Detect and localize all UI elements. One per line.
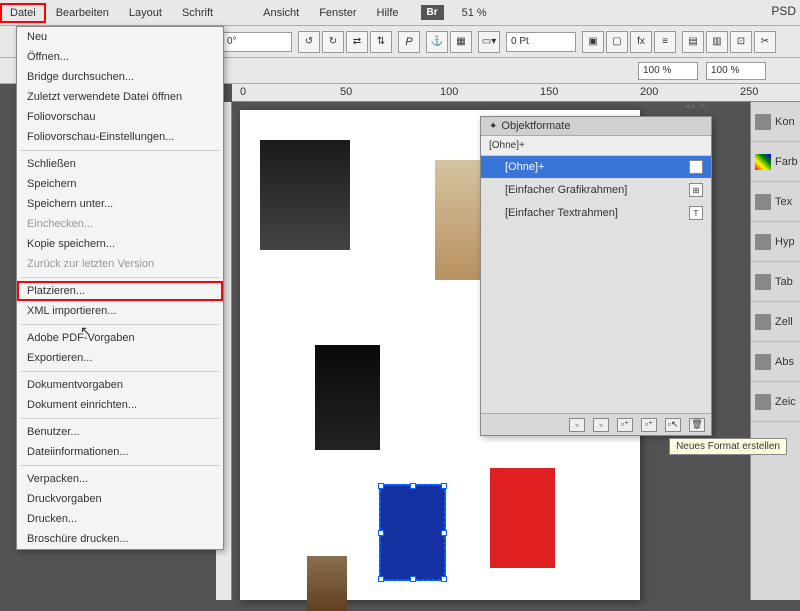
panel-tab-text[interactable]: Tex: [751, 182, 800, 222]
style-row-ohne[interactable]: [Ohne]+⊘: [481, 156, 711, 179]
rotate-ccw-icon[interactable]: ↺: [298, 31, 320, 53]
file-menu-item-18[interactable]: Exportieren...: [17, 348, 223, 368]
graphic-frame-icon: ⊞: [689, 183, 703, 197]
new-style-icon[interactable]: ▫↖: [665, 418, 681, 432]
file-menu-item-21[interactable]: Dokument einrichten...: [17, 395, 223, 415]
file-menu-item-27[interactable]: Druckvorgaben: [17, 489, 223, 509]
flip-h-icon[interactable]: ⇄: [346, 31, 368, 53]
opt3-icon[interactable]: ≡: [654, 31, 676, 53]
menu-schrift[interactable]: Schrift: [172, 3, 223, 23]
file-menu-item-26[interactable]: Verpacken...: [17, 469, 223, 489]
stroke-dropdown[interactable]: ▭▾: [478, 31, 500, 53]
stroke-weight[interactable]: 0 Pt: [506, 32, 576, 52]
rotation-field-1[interactable]: 0°: [222, 32, 292, 52]
tooltip: Neues Format erstellen: [669, 438, 787, 455]
frame-fit-2-icon[interactable]: ▥: [706, 31, 728, 53]
style-row-grafikrahmen[interactable]: [Einfacher Grafikrahmen]⊞: [481, 179, 711, 202]
menu-layout[interactable]: Layout: [119, 3, 172, 23]
file-menu-item-28[interactable]: Drucken...: [17, 509, 223, 529]
menu-bearbeiten[interactable]: Bearbeiten: [46, 3, 119, 23]
file-menu-item-5[interactable]: Foliovorschau-Einstellungen...: [17, 127, 223, 147]
file-menu-item-4[interactable]: Foliovorschau: [17, 107, 223, 127]
file-menu-item-10: Einchecken...: [17, 214, 223, 234]
placed-image-4-selected[interactable]: [380, 485, 445, 580]
wrap-icon[interactable]: ▦: [450, 31, 472, 53]
panel-collapse-icon[interactable]: ◂◂: [685, 101, 695, 112]
apply-graphic-icon[interactable]: ▫⁺: [641, 418, 657, 432]
panel-tab-kontur[interactable]: Kon: [751, 102, 800, 142]
scale-y[interactable]: 100 %: [706, 62, 766, 80]
file-menu-item-20[interactable]: Dokumentvorgaben: [17, 375, 223, 395]
file-menu-item-15[interactable]: XML importieren...: [17, 301, 223, 321]
bridge-button[interactable]: Br: [421, 5, 444, 20]
file-menu-item-29[interactable]: Broschüre drucken...: [17, 529, 223, 549]
placed-image-5[interactable]: [490, 468, 555, 568]
crop-icon[interactable]: ✂: [754, 31, 776, 53]
frame-fit-3-icon[interactable]: ⊡: [730, 31, 752, 53]
clear-attr-icon[interactable]: ▫: [593, 418, 609, 432]
objektformate-panel: ◂◂✕ ✦ Objektformate [Ohne]+ [Ohne]+⊘ [Ei…: [480, 116, 712, 436]
panel-tab[interactable]: ✦ Objektformate: [481, 117, 711, 136]
style-row-textrahmen[interactable]: [Einfacher Textrahmen]T: [481, 202, 711, 225]
file-menu-item-1[interactable]: Öffnen...: [17, 47, 223, 67]
menu-hilfe[interactable]: Hilfe: [367, 3, 409, 23]
panel-tab-zeichen[interactable]: Zeic: [751, 382, 800, 422]
none-icon: ⊘: [689, 160, 703, 174]
placed-image-3[interactable]: [315, 345, 380, 450]
ruler-horizontal: 0 50 100 150 200 250: [232, 84, 800, 102]
fx-icon[interactable]: fx: [630, 31, 652, 53]
file-menu-item-8[interactable]: Speichern: [17, 174, 223, 194]
panel-tab-zelle[interactable]: Zell: [751, 302, 800, 342]
placed-image-6[interactable]: [307, 556, 347, 611]
menu-datei[interactable]: Datei: [0, 3, 46, 23]
opt2-icon[interactable]: ▢: [606, 31, 628, 53]
anchor-icon[interactable]: ⚓: [426, 31, 448, 53]
zoom-level[interactable]: 51 %: [462, 7, 487, 19]
format-label: PSD: [771, 4, 796, 18]
file-menu-item-7[interactable]: Schließen: [17, 154, 223, 174]
placed-image-1[interactable]: [260, 140, 350, 250]
file-menu-item-14[interactable]: Platzieren...: [17, 281, 223, 301]
panel-current-style: [Ohne]+: [481, 136, 711, 156]
file-menu-item-17[interactable]: Adobe PDF-Vorgaben: [17, 328, 223, 348]
file-menu-item-0[interactable]: Neu: [17, 27, 223, 47]
panel-tab-absatz[interactable]: Abs: [751, 342, 800, 382]
frame-fit-1-icon[interactable]: ▤: [682, 31, 704, 53]
panel-tab-tabelle[interactable]: Tab: [751, 262, 800, 302]
panel-dock: Kon Farb Tex Hyp Tab Zell Abs Zeic: [750, 102, 800, 600]
file-menu-item-24[interactable]: Dateiinformationen...: [17, 442, 223, 462]
scale-x[interactable]: 100 %: [638, 62, 698, 80]
apply-text-icon[interactable]: ▫⁺: [617, 418, 633, 432]
menu-fenster[interactable]: Fenster: [309, 3, 366, 23]
panel-tab-farbe[interactable]: Farb: [751, 142, 800, 182]
clear-override-icon[interactable]: ▫: [569, 418, 585, 432]
file-menu-item-23[interactable]: Benutzer...: [17, 422, 223, 442]
flip-v-icon[interactable]: ⇅: [370, 31, 392, 53]
menu-ansicht[interactable]: Ansicht: [253, 3, 309, 23]
file-menu-item-9[interactable]: Speichern unter...: [17, 194, 223, 214]
text-frame-icon: T: [689, 206, 703, 220]
rotate-cw-icon[interactable]: ↻: [322, 31, 344, 53]
file-menu-item-12: Zurück zur letzten Version: [17, 254, 223, 274]
paragraph-icon[interactable]: P: [398, 31, 420, 53]
delete-style-icon[interactable]: 🗑: [689, 418, 705, 432]
menubar: Datei Bearbeiten Layout Schrift Ansicht …: [0, 0, 800, 26]
panel-close-icon[interactable]: ✕: [699, 101, 707, 112]
panel-footer: ▫ ▫ ▫⁺ ▫⁺ ▫↖ 🗑: [481, 413, 711, 435]
file-menu-item-11[interactable]: Kopie speichern...: [17, 234, 223, 254]
panel-tab-hyperlinks[interactable]: Hyp: [751, 222, 800, 262]
file-menu-item-3[interactable]: Zuletzt verwendete Datei öffnen: [17, 87, 223, 107]
file-menu-item-2[interactable]: Bridge durchsuchen...: [17, 67, 223, 87]
opt1-icon[interactable]: ▣: [582, 31, 604, 53]
file-menu-dropdown: NeuÖffnen...Bridge durchsuchen...Zuletzt…: [16, 26, 224, 550]
